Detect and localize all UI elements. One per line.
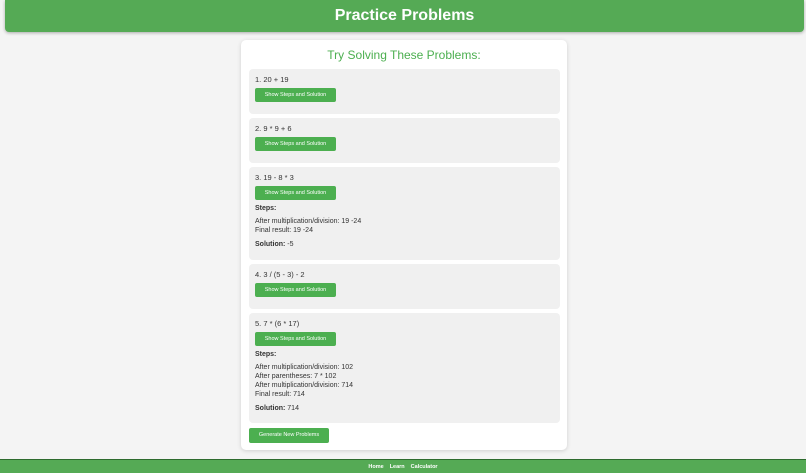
solution: Solution: -5 xyxy=(255,241,294,248)
page-title: Practice Problems xyxy=(334,7,475,24)
problem-text: 3. 19 - 8 * 3 xyxy=(255,173,294,182)
footer-link-calculator[interactable]: Calculator xyxy=(411,464,438,470)
solution: Solution: 714 xyxy=(255,405,299,412)
problem-text: 1. 20 + 19 xyxy=(255,75,289,84)
solution-label: Solution: xyxy=(255,241,286,248)
problem-text: 5. 7 * (6 * 17) xyxy=(255,319,300,328)
show-solution-button-4[interactable]: Show Steps and Solution xyxy=(255,283,336,297)
step-line: After multiplication/division: 102 xyxy=(255,364,354,371)
footer-link-home[interactable]: Home xyxy=(368,464,383,470)
problem-3: 3. 19 - 8 * 3 Show Steps and Solution St… xyxy=(249,167,560,260)
steps-label: Steps: xyxy=(255,351,277,358)
page-footer: Home Learn Calculator xyxy=(0,459,806,473)
card-title: Try Solving These Problems: xyxy=(327,48,481,62)
generate-new-problems-button[interactable]: Generate New Problems xyxy=(249,428,329,443)
step-line: After multiplication/division: 714 xyxy=(255,382,354,389)
show-solution-button-2[interactable]: Show Steps and Solution xyxy=(255,137,336,151)
problems-card: Try Solving These Problems: 1. 20 + 19 S… xyxy=(241,40,567,450)
problem-1: 1. 20 + 19 Show Steps and Solution xyxy=(249,69,560,114)
page-header: Practice Problems xyxy=(5,0,804,32)
step-line: After parentheses: 7 * 102 xyxy=(255,373,337,380)
solution-value: 714 xyxy=(287,405,299,412)
show-solution-button-5[interactable]: Show Steps and Solution xyxy=(255,332,336,346)
step-line: Final result: 714 xyxy=(255,391,305,398)
problem-text: 4. 3 / (5 - 3) - 2 xyxy=(255,270,305,279)
problem-2: 2. 9 * 9 + 6 Show Steps and Solution xyxy=(249,118,560,163)
steps-label: Steps: xyxy=(255,205,277,212)
show-solution-button-1[interactable]: Show Steps and Solution xyxy=(255,88,336,102)
step-line: Final result: 19 -24 xyxy=(255,227,313,234)
step-line: After multiplication/division: 19 -24 xyxy=(255,218,362,225)
problem-4: 4. 3 / (5 - 3) - 2 Show Steps and Soluti… xyxy=(249,264,560,309)
problem-5: 5. 7 * (6 * 17) Show Steps and Solution … xyxy=(249,313,560,423)
solution-label: Solution: xyxy=(255,405,286,412)
footer-link-learn[interactable]: Learn xyxy=(390,464,405,470)
problem-text: 2. 9 * 9 + 6 xyxy=(255,124,292,133)
solution-value: -5 xyxy=(287,241,294,248)
show-solution-button-3[interactable]: Show Steps and Solution xyxy=(255,186,336,200)
